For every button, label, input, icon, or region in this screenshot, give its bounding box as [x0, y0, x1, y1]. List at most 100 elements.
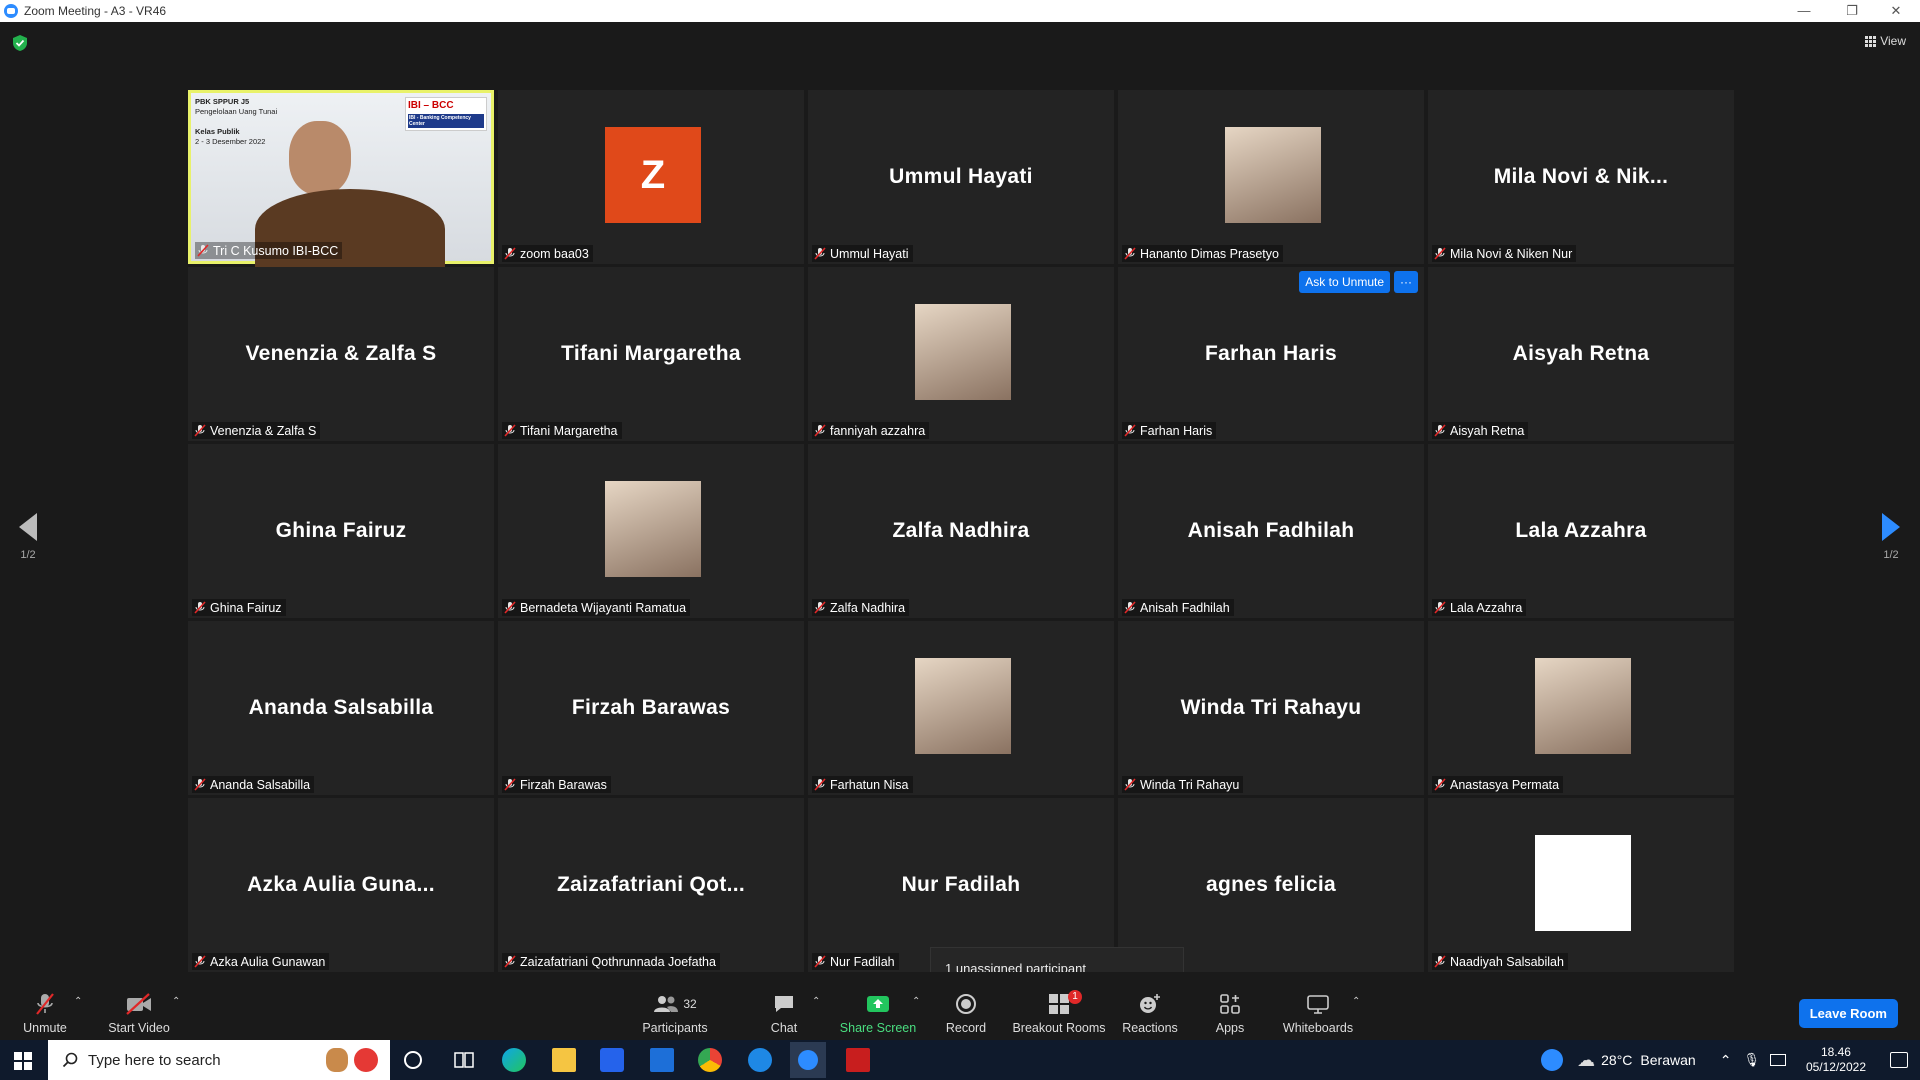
chat-button[interactable]: Chat — [764, 992, 804, 1035]
task-view-icon[interactable] — [452, 1048, 476, 1072]
participant-display-name: Firzah Barawas — [571, 696, 731, 719]
participant-tile[interactable]: PBK SPPUR J5 Pengelolaan Uang Tunai Kelas … — [188, 90, 494, 269]
participant-display-name: Nur Fadilah — [901, 873, 1021, 896]
logo-bcc: BCC — [431, 100, 454, 111]
muted-mic-icon — [504, 778, 516, 791]
file-explorer-icon[interactable] — [552, 1048, 576, 1072]
page-indicator-right: 1/2 — [1883, 549, 1899, 561]
participant-tile[interactable]: Anastasya Permata — [1428, 621, 1734, 795]
participant-tile[interactable]: Ghina Fairuz Ghina Fairuz — [188, 444, 494, 618]
clock[interactable]: 18.46 05/12/2022 — [1806, 1045, 1866, 1075]
weather-text[interactable]: Berawan — [1640, 1052, 1695, 1068]
tile-actions: Ask to Unmute ··· — [1299, 271, 1418, 293]
participant-tile[interactable]: Farhatun Nisa — [808, 621, 1114, 795]
whiteboard-options-caret[interactable]: ⌃ — [1352, 996, 1360, 1007]
logo-ibi: IBI — [408, 100, 421, 111]
encryption-shield-icon[interactable] — [12, 34, 28, 52]
participant-tile[interactable]: Aisyah Retna Aisyah Retna — [1428, 267, 1734, 441]
leave-room-button[interactable]: Leave Room — [1798, 999, 1898, 1028]
start-video-button[interactable]: Start Video — [104, 992, 174, 1035]
participant-name-label: Winda Tri Rahayu — [1122, 776, 1244, 793]
participant-tile[interactable]: Ummul Hayati Ummul Hayati — [808, 90, 1114, 264]
microsoft-store-icon[interactable] — [600, 1048, 624, 1072]
search-highlight-icon — [354, 1048, 378, 1072]
prev-page-button[interactable]: 1/2 — [8, 513, 48, 561]
breakout-rooms-button[interactable]: 1 Breakout Rooms — [1012, 990, 1106, 1035]
participant-tile[interactable]: Mila Novi & Nik... Mila Novi & Niken Nur — [1428, 90, 1734, 264]
next-page-button[interactable]: 1/2 — [1871, 513, 1911, 561]
participant-name-label: Naadiyah Salsabilah — [1432, 953, 1568, 970]
edge-browser-icon[interactable] — [502, 1048, 526, 1072]
participant-display-name: Zaizafatriani Qot... — [556, 873, 746, 896]
participant-tile[interactable]: Zaizafatriani Qot... Zaizafatriani Qothru… — [498, 798, 804, 972]
muted-mic-icon — [1434, 955, 1446, 968]
participant-name-label: Lala Azzahra — [1432, 599, 1527, 616]
share-screen-button[interactable]: Share Screen — [838, 992, 918, 1035]
participant-name: Aisyah Retna — [1450, 423, 1525, 438]
view-button[interactable]: View — [1865, 34, 1906, 48]
participant-tile[interactable]: Naadiyah Salsabilah — [1428, 798, 1734, 972]
participant-tile[interactable]: Venenzia & Zalfa S Venenzia & Zalfa S — [188, 267, 494, 441]
participant-tile[interactable]: Bernadeta Wijayanti Ramatua — [498, 444, 804, 618]
apps-button[interactable]: Apps — [1210, 992, 1250, 1035]
participant-tile[interactable]: Zzoom baa03 — [498, 90, 804, 264]
video-options-caret[interactable]: ⌃ — [172, 996, 180, 1007]
mcafee-icon[interactable] — [846, 1048, 870, 1072]
participant-name-label: Mila Novi & Niken Nur — [1432, 245, 1577, 262]
minimize-button[interactable]: — — [1784, 0, 1824, 22]
participants-button[interactable]: 32 Participants — [640, 992, 710, 1035]
participant-tile[interactable]: Winda Tri Rahayu Winda Tri Rahayu — [1118, 621, 1424, 795]
unmute-button[interactable]: Unmute — [18, 992, 72, 1035]
participant-tile[interactable]: Tifani Margaretha Tifani Margaretha — [498, 267, 804, 441]
muted-mic-icon — [814, 955, 826, 968]
participant-name-label: Venenzia & Zalfa S — [192, 422, 321, 439]
ibi-bcc-logo: IBI – BCC IBI - Banking Competency Center — [405, 97, 487, 131]
windows-start-icon[interactable] — [14, 1052, 32, 1070]
profile-photo — [915, 304, 1011, 400]
audio-options-caret[interactable]: ⌃ — [74, 996, 82, 1007]
taskbar-search-box[interactable]: Type here to search — [48, 1040, 390, 1080]
chrome-icon[interactable] — [698, 1048, 722, 1072]
help-icon[interactable] — [1541, 1049, 1564, 1071]
participant-tile[interactable]: Hananto Dimas Prasetyo — [1118, 90, 1424, 264]
zoom-taskbar-icon[interactable] — [790, 1042, 826, 1078]
notifications-icon[interactable] — [1890, 1052, 1908, 1068]
cortana-icon[interactable] — [404, 1051, 422, 1069]
close-button[interactable]: ✕ — [1876, 0, 1916, 22]
avatar-letter: Z — [605, 127, 701, 223]
participant-name: Ummul Hayati — [830, 246, 909, 261]
participant-tile[interactable]: fanniyah azzahra — [808, 267, 1114, 441]
participant-tile[interactable]: agnes feliciaelicia — [1118, 798, 1424, 972]
unmute-label: Unmute — [23, 1021, 67, 1035]
record-button[interactable]: Record — [940, 992, 992, 1035]
participant-tile[interactable]: Farhan Haris Farhan Haris Ask to Unmute ··· — [1118, 267, 1424, 441]
ask-to-unmute-button[interactable]: Ask to Unmute — [1299, 271, 1390, 293]
tray-chevron-icon[interactable]: ⌃ — [1720, 1052, 1732, 1069]
teamviewer-icon[interactable] — [748, 1048, 772, 1072]
restore-button[interactable]: ❐ — [1832, 0, 1872, 22]
more-options-button[interactable]: ··· — [1394, 271, 1418, 293]
whiteboards-button[interactable]: Whiteboards — [1282, 992, 1354, 1035]
participant-name-label: Zalfa Nadhira — [812, 599, 910, 616]
participant-tile[interactable]: Anisah Fadhilah Anisah Fadhilah — [1118, 444, 1424, 618]
chat-options-caret[interactable]: ⌃ — [812, 996, 820, 1007]
apps-icon — [1220, 994, 1240, 1014]
participant-name-label: Bernadeta Wijayanti Ramatua — [502, 599, 691, 616]
participant-name-label: zoom baa03 — [502, 245, 593, 262]
participant-name: Farhatun Nisa — [830, 777, 909, 792]
participant-tile[interactable]: Nur Fadilah Nur Fadilah — [808, 798, 1114, 972]
muted-mic-icon — [814, 247, 826, 260]
participant-tile[interactable]: Ananda Salsabilla Ananda Salsabilla — [188, 621, 494, 795]
participant-tile[interactable]: Zalfa Nadhira Zalfa Nadhira — [808, 444, 1114, 618]
microphone-icon[interactable]: 🎙 — [1743, 1052, 1760, 1068]
muted-mic-icon — [1124, 424, 1136, 437]
zoom-logo-icon — [4, 4, 18, 18]
participant-tile[interactable]: Firzah Barawas Firzah Barawas — [498, 621, 804, 795]
participant-tile[interactable]: Lala Azzahra Lala Azzahra — [1428, 444, 1734, 618]
share-options-caret[interactable]: ⌃ — [912, 996, 920, 1007]
reactions-button[interactable]: Reactions — [1122, 992, 1178, 1035]
network-icon[interactable] — [1769, 1054, 1786, 1066]
participant-tile[interactable]: Azka Aulia Guna... Azka Aulia Gunawan — [188, 798, 494, 972]
weather-temp[interactable]: 28°C — [1601, 1052, 1632, 1068]
mail-icon[interactable] — [650, 1048, 674, 1072]
